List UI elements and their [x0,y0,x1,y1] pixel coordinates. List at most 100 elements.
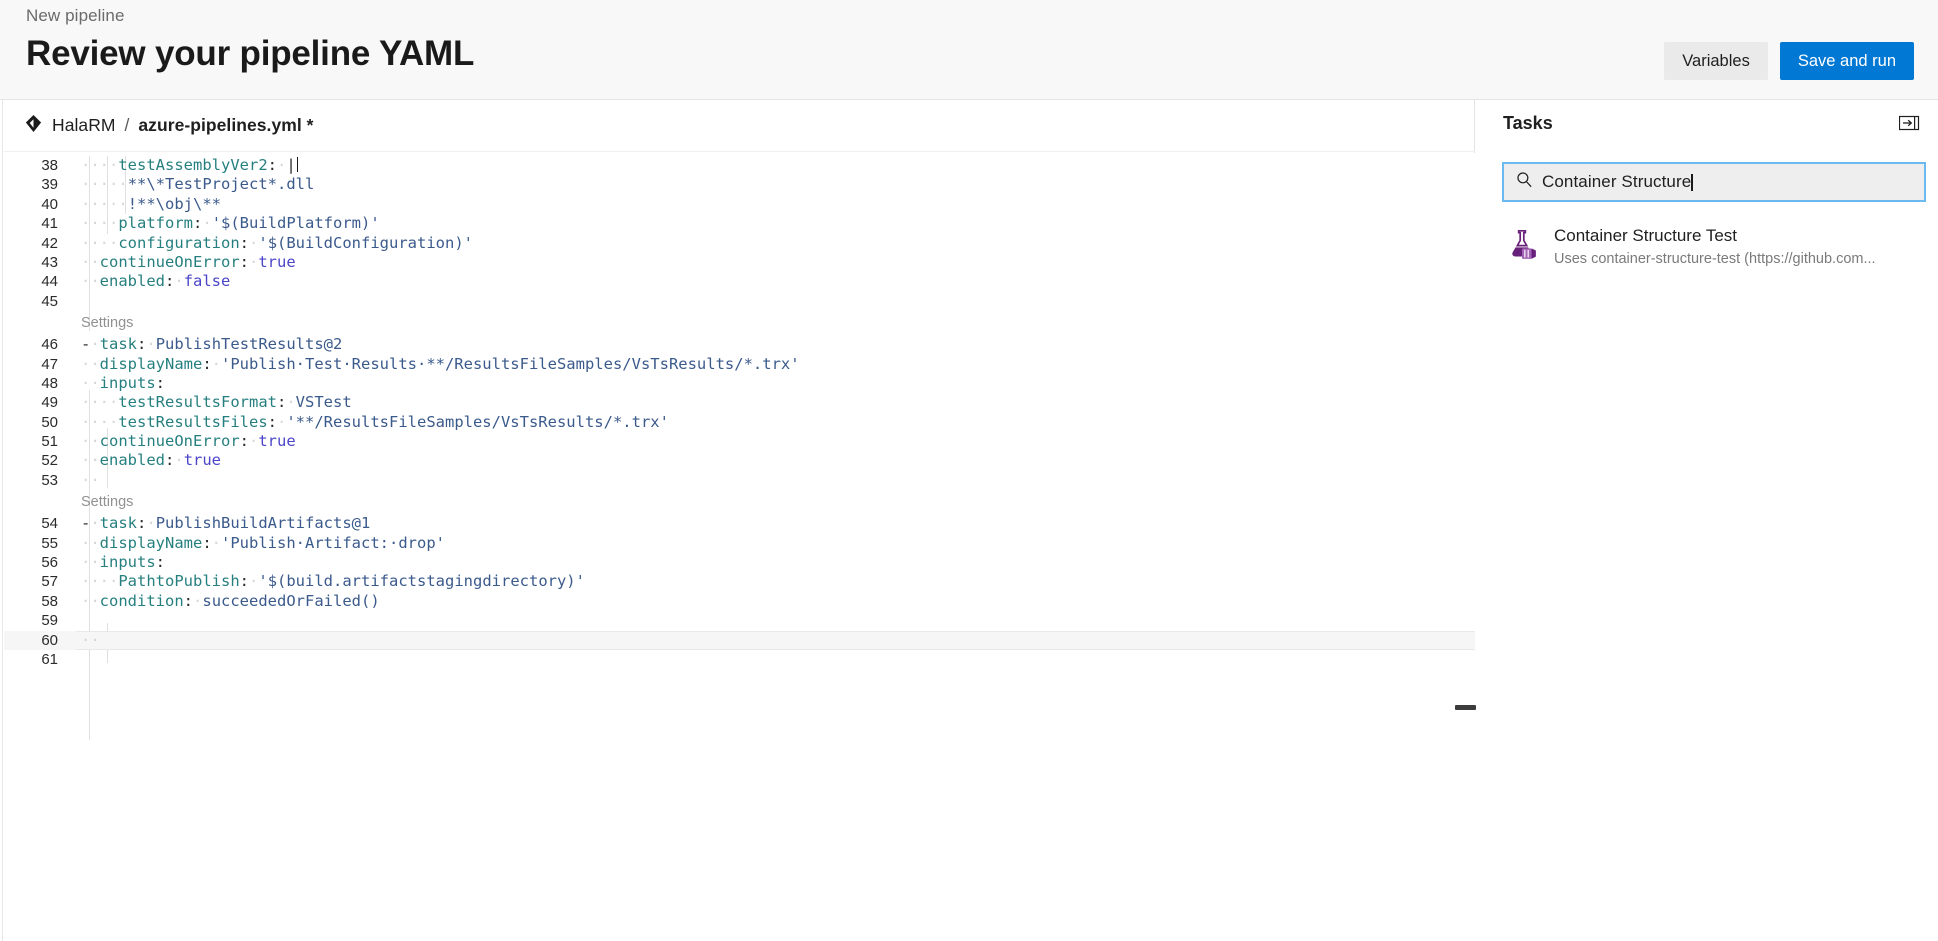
line-number: 45 [41,292,58,310]
collapse-panel-icon[interactable] [1896,112,1922,134]
code-line[interactable]: 39 ·····**\*TestProject*.dll [4,175,1475,194]
search-icon [1516,171,1533,193]
body-container: HalaRM / azure-pipelines.yml * 38 ····tes… [0,100,1938,941]
code-token: PublishBuildArtifacts@1 [155,514,371,533]
code-token: '$(BuildConfiguration)' [258,233,473,252]
code-token: **\*TestProject*.dll [127,175,315,194]
whitespace-dots: · [90,335,100,354]
code-line-content: ··displayName:·'Publish·Test·Results·**/… [81,355,800,374]
whitespace-dots: ·· [81,214,100,233]
code-line[interactable]: 57 ····PathtoPublish:·'$(build.artifactst… [4,572,1475,591]
code-line[interactable]: 42 ····configuration:·'$(BuildConfigurati… [4,234,1475,253]
code-token: succeededOrFailed() [202,591,380,610]
code-line[interactable]: 40 ·····!**\obj\** [4,195,1475,214]
code-token: configuration [118,233,240,252]
codelens-settings-label[interactable]: Settings [81,311,133,335]
save-and-run-button[interactable]: Save and run [1779,42,1914,80]
code-token: continueOnError [99,252,240,271]
code-token: : [183,591,194,610]
task-result-item[interactable]: Container Structure Test Uses container-s… [1482,215,1938,279]
line-number: 61 [41,650,58,668]
whitespace-dots: ·· [81,175,100,194]
code-line[interactable]: 38 ····testAssemblyVer2:·| [4,156,1475,175]
task-result-description: Uses container-structure-test (https://g… [1554,251,1876,267]
whitespace-dots: · [277,412,287,431]
task-results-list: Container Structure Test Uses container-s… [1482,215,1938,279]
code-token: - [81,335,91,354]
code-line-content: ····testResultsFiles:·'**/ResultsFileSam… [81,413,669,432]
line-number: 57 [41,573,58,591]
variables-button[interactable]: Variables [1664,42,1768,80]
whitespace-dots: ·· [81,533,100,552]
codelens-settings-label[interactable]: Settings [81,490,133,514]
yaml-code-editor[interactable]: 38 ····testAssemblyVer2:·| 39 ·····**\*Test… [4,153,1475,941]
code-line[interactable]: 58 ··condition:·succeededOrFailed() [4,592,1475,611]
code-line[interactable]: 61 [4,650,1475,669]
code-token: : [239,572,250,591]
code-line[interactable]: 60 ·· [4,630,1475,651]
line-number: 42 [41,234,58,252]
code-line[interactable]: 59 [4,611,1475,630]
code-line[interactable]: 50 ····testResultsFiles:·'**/ResultsFileS… [4,413,1475,432]
whitespace-dots: ·· [99,233,119,252]
code-token: VSTest [295,393,352,412]
code-line[interactable]: 55 ··displayName:·'Publish·Artifact:·drop… [4,534,1475,553]
task-search-input-value[interactable]: Container Structure [1542,172,1691,192]
code-token: PathtoPublish [118,572,240,591]
code-line[interactable]: 46 -·task:·PublishTestResults@2 [4,335,1475,354]
line-number: 58 [41,592,58,610]
code-token: platform [118,214,193,233]
line-number: 48 [41,374,58,392]
whitespace-dots: ·· [81,156,100,174]
code-token: inputs [99,553,156,572]
code-line[interactable]: 47 ··displayName:·'Publish·Test·Results·*… [4,355,1475,374]
code-token: : [202,533,212,552]
whitespace-dots: · [118,194,128,213]
code-line-content: ····PathtoPublish:·'$(build.artifactstag… [81,572,585,591]
whitespace-dots: ·· [81,572,100,591]
line-number: 38 [41,157,58,174]
line-number: 43 [41,253,58,271]
code-line[interactable]: 41 ····platform:·'$(BuildPlatform)' [4,214,1475,233]
code-line-content: ··continueOnError:·true [81,253,296,272]
header-actions: Variables Save and run [1664,42,1914,80]
code-line[interactable]: 49 ····testResultsFormat:·VSTest [4,393,1475,412]
whitespace-dots: · [249,252,259,271]
repo-name[interactable]: HalaRM [52,115,116,136]
code-line[interactable]: 52 ··enabled:·true [4,451,1475,470]
page-title: Review your pipeline YAML [26,34,475,73]
line-number: 51 [41,433,58,451]
code-token: task [99,335,138,354]
whitespace-dots: · [174,272,184,291]
code-token: 'Publish·Test·Results·**/ResultsFileSamp… [221,354,800,373]
code-line-content: ··condition:·succeededOrFailed() [81,592,380,611]
code-line-content: ·····!**\obj\** [81,195,221,214]
code-line[interactable]: 43 ··continueOnError:·true [4,253,1475,272]
task-search-box[interactable]: Container Structure [1502,162,1926,202]
whitespace-dots: · [277,156,287,174]
whitespace-dots: ·· [99,412,119,431]
code-line-content: ····platform:·'$(BuildPlatform)' [81,214,380,233]
code-line[interactable]: 45 [4,292,1475,311]
code-token: '**/ResultsFileSamples/VsTsResults/*.trx… [286,412,669,431]
code-line[interactable]: 48 ··inputs: [4,374,1475,393]
whitespace-dots: · [249,572,259,591]
tasks-panel: Tasks Container Structure Container Stru… [1482,100,1938,941]
code-token: : [137,514,147,533]
flask-container-icon [1503,227,1541,265]
code-line[interactable]: 51 ··continueOnError:·true [4,432,1475,451]
code-line[interactable]: 44 ··enabled:·false [4,272,1475,291]
code-line-content: ··enabled:·false [81,272,230,291]
block-scalar-indicator: | [286,156,296,174]
code-token: condition [99,591,184,610]
code-line[interactable]: 56 ··inputs: [4,553,1475,572]
code-token: displayName [99,354,203,373]
code-line[interactable]: 54 -·task:·PublishBuildArtifacts@1 [4,514,1475,533]
file-name[interactable]: azure-pipelines.yml * [138,115,313,136]
code-token: true [183,451,222,470]
code-line[interactable]: 53 ·· [4,471,1475,490]
code-rows: 38 ····testAssemblyVer2:·| 39 ·····**\*Test… [4,153,1475,669]
line-number: 56 [41,554,58,572]
breadcrumb-new-pipeline: New pipeline [26,6,125,25]
editor-splitter-handle[interactable] [1455,705,1476,710]
